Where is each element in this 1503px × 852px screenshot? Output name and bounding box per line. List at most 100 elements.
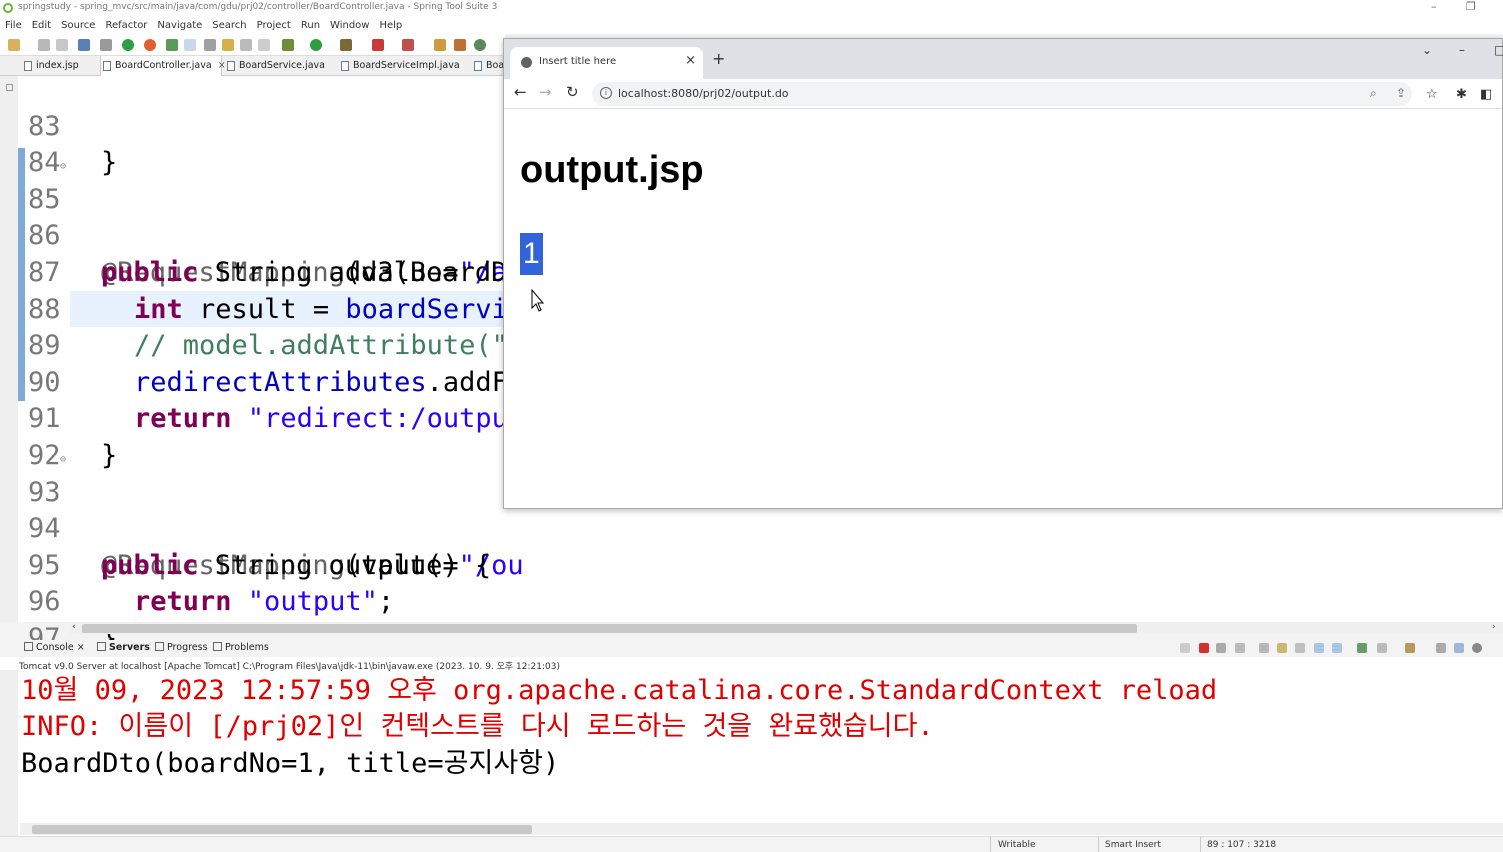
editor-horizontal-scrollbar[interactable]: ‹ › <box>70 622 1503 634</box>
status-divider <box>1098 837 1099 852</box>
console-view-menu-icon[interactable] <box>1436 643 1446 653</box>
show-whitespace-icon[interactable] <box>258 39 270 51</box>
terminal-icon[interactable] <box>78 39 90 51</box>
console-dropdown-icon[interactable] <box>1377 643 1387 653</box>
menu-window[interactable]: Window <box>325 17 374 34</box>
site-info-icon[interactable]: i <box>600 87 612 99</box>
tab-problems[interactable]: Problems <box>213 642 269 653</box>
fold-marker-icon[interactable]: ⊖ <box>60 149 66 186</box>
forward-arrow-icon[interactable]: → <box>539 83 552 101</box>
show-output-icon[interactable] <box>1259 643 1269 653</box>
scroll-left-icon[interactable]: ‹ <box>72 622 76 632</box>
code-line-96: 96 } <box>0 548 1503 654</box>
bookmark-star-icon[interactable]: ☆ <box>1426 87 1438 102</box>
reload-icon[interactable]: ↻ <box>566 83 579 101</box>
servers-icon <box>97 642 106 651</box>
console-process-description: Tomcat v9.0 Server at localhost [Apache … <box>19 662 560 672</box>
close-icon[interactable]: × <box>77 642 85 653</box>
ide-minimize-icon[interactable]: – <box>1431 0 1437 13</box>
open-type-icon[interactable] <box>222 39 234 51</box>
pin-console-icon[interactable] <box>1314 643 1324 653</box>
console-line: INFO: 이름이 [/prj02]인 컨텍스트를 다시 로드하는 것을 완료했… <box>21 711 934 742</box>
scroll-lock-icon[interactable] <box>1295 643 1305 653</box>
browser-page-content: output.jsp 1 <box>504 109 1502 508</box>
refresh-server-icon[interactable] <box>144 39 156 51</box>
spring-logo-icon <box>3 3 13 13</box>
code-line-95: 95 return "output"; <box>0 511 1503 618</box>
zoom-icon[interactable]: ⌕ <box>1370 86 1377 101</box>
debug-icon[interactable] <box>282 39 294 51</box>
java-file-icon <box>103 61 111 71</box>
new-class-icon[interactable] <box>434 39 446 51</box>
display-console-icon[interactable] <box>1332 643 1342 653</box>
page-heading: output.jsp <box>520 149 704 191</box>
java-file-icon <box>474 61 482 71</box>
new-console-icon[interactable] <box>1405 643 1415 653</box>
menu-project[interactable]: Project <box>252 17 296 34</box>
remove-all-icon[interactable] <box>1235 643 1245 653</box>
remove-launch-icon[interactable] <box>1216 643 1226 653</box>
tab-search-icon[interactable]: ⌄ <box>1422 43 1432 57</box>
menu-search[interactable]: Search <box>207 17 251 34</box>
tab-label: index.jsp <box>36 60 79 71</box>
highlight-icon[interactable] <box>184 39 196 51</box>
new-package-icon[interactable] <box>454 39 466 51</box>
word-wrap-icon[interactable] <box>1277 643 1287 653</box>
menu-run[interactable]: Run <box>296 17 325 34</box>
address-bar[interactable]: i localhost:8080/prj02/output.do ⌕ ⇪ <box>592 82 1412 106</box>
external-tools-icon[interactable] <box>340 39 352 51</box>
open-task-icon[interactable] <box>240 39 252 51</box>
close-tab-icon[interactable]: × <box>685 53 696 68</box>
console-view: Console × Servers Progress Problems Tomc… <box>0 640 1503 852</box>
side-panel-icon[interactable]: ◧ <box>1480 87 1492 102</box>
web-browser-icon[interactable] <box>474 39 486 51</box>
share-icon[interactable]: ⇪ <box>1396 86 1406 100</box>
scroll-right-icon[interactable]: › <box>1492 622 1496 632</box>
chrome-browser-window: Insert title here × + ⌄ – □ ← → ↻ i loca… <box>503 38 1503 509</box>
new-tab-button[interactable]: + <box>712 49 725 68</box>
menu-refactor[interactable]: Refactor <box>100 17 152 34</box>
browser-restore-icon[interactable]: □ <box>1494 43 1503 57</box>
back-arrow-icon[interactable]: ← <box>514 83 527 101</box>
menu-source[interactable]: Source <box>56 17 100 34</box>
tab-servers[interactable]: Servers <box>97 642 150 653</box>
browser-tab-strip: Insert title here × + ⌄ – □ <box>504 39 1503 79</box>
extensions-puzzle-icon[interactable]: ✱ <box>1456 87 1467 102</box>
open-console-icon[interactable] <box>1357 643 1367 653</box>
ide-restore-icon[interactable]: ❐ <box>1466 0 1476 13</box>
run-icon[interactable] <box>310 39 322 51</box>
menu-file[interactable]: File <box>0 17 27 34</box>
tab-label: BoardService.java <box>239 60 325 71</box>
scrollbar-thumb[interactable] <box>32 825 532 834</box>
save-all-icon[interactable] <box>56 39 68 51</box>
fold-marker-icon[interactable]: ⊖ <box>60 442 66 479</box>
toggle-icon[interactable] <box>204 39 216 51</box>
browser-tab[interactable]: Insert title here × <box>510 47 703 79</box>
terminate-icon[interactable] <box>1199 643 1209 653</box>
console-line: BoardDto(boardNo=1, title=공지사항) <box>21 748 560 779</box>
browser-minimize-icon[interactable]: – <box>1459 43 1465 57</box>
search-tool-icon[interactable] <box>100 39 112 51</box>
console-line: 10월 09, 2023 12:57:59 오후 org.apache.cata… <box>21 675 1218 706</box>
gear-icon[interactable] <box>1472 643 1482 653</box>
console-clear-icon[interactable] <box>1180 643 1190 653</box>
stop-icon[interactable] <box>372 39 384 51</box>
scrollbar-thumb[interactable] <box>82 624 1137 633</box>
console-settings-icon[interactable] <box>1454 643 1464 653</box>
window-title: springstudy - spring_mvc/src/main/java/c… <box>18 2 498 12</box>
browser-tab-title: Insert title here <box>539 56 617 67</box>
status-divider <box>990 837 991 852</box>
url-text: localhost:8080/prj02/output.do <box>618 87 789 100</box>
tab-console[interactable]: Console × <box>24 642 85 653</box>
tab-progress[interactable]: Progress <box>155 642 208 653</box>
spring-tool-icon[interactable] <box>166 39 178 51</box>
status-bar: Writable Smart Insert 89 : 107 : 3218 <box>0 836 1503 852</box>
console-horizontal-scrollbar[interactable] <box>20 823 1503 835</box>
menu-help[interactable]: Help <box>374 17 407 34</box>
menu-navigate[interactable]: Navigate <box>152 17 207 34</box>
coverage-icon[interactable] <box>402 39 414 51</box>
menu-edit[interactable]: Edit <box>27 17 56 34</box>
start-server-icon[interactable] <box>122 39 134 51</box>
new-file-icon[interactable] <box>8 39 20 51</box>
save-icon[interactable] <box>38 39 50 51</box>
